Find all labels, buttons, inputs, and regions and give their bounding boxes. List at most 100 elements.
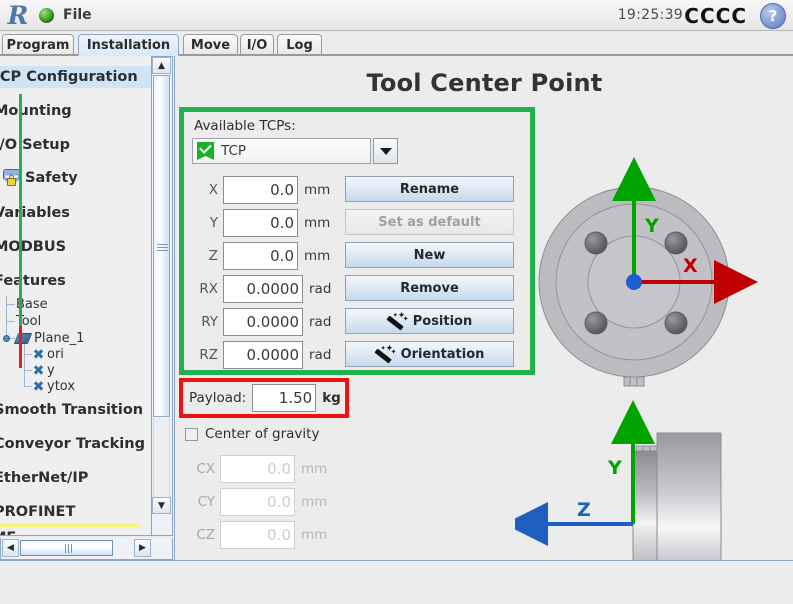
axis-label-z-side: Z — [577, 499, 591, 521]
rz-unit: rad — [309, 347, 332, 363]
coord-label-x: X — [208, 182, 218, 198]
chevron-down-icon[interactable] — [373, 138, 398, 164]
cy-input[interactable]: 0.0 — [220, 488, 295, 516]
axis-icon: ✖ — [32, 362, 45, 379]
shield-lock-icon — [3, 169, 20, 187]
tree-item-plane-1[interactable]: Plane_1 — [34, 330, 84, 347]
cy-unit: mm — [301, 494, 328, 510]
rz-input[interactable]: 0.0000 — [223, 341, 303, 369]
rename-button[interactable]: Rename — [345, 176, 514, 202]
center-of-gravity-label: Center of gravity — [205, 426, 320, 442]
cz-input[interactable]: 0.0 — [220, 521, 295, 549]
tree-connector — [6, 321, 15, 322]
coord-row-z: Z 0.0 mm — [192, 241, 330, 271]
coord-row-x: X 0.0 mm — [192, 175, 330, 205]
sidebar-item-partial[interactable]: ME — [0, 530, 16, 535]
tab-move[interactable]: Move — [183, 34, 238, 56]
tree-connector — [24, 386, 32, 387]
ry-input[interactable]: 0.0000 — [223, 308, 303, 336]
sidebar-item-label: EtherNet/IP — [0, 470, 89, 486]
tcp-select[interactable]: TCP — [192, 138, 398, 164]
title-bar: R File 19:25:39 CCCC ? — [0, 0, 793, 31]
x-input[interactable]: 0.0 — [223, 176, 298, 204]
center-of-gravity-checkbox[interactable]: Center of gravity — [185, 426, 319, 442]
payload-unit: kg — [322, 390, 341, 406]
sidebar-item-ethernet-ip[interactable]: EtherNet/IP — [0, 467, 88, 489]
sidebar-item-conveyor-tracking[interactable]: Conveyor Tracking — [0, 433, 145, 455]
scroll-up-button[interactable]: ▲ — [152, 57, 171, 74]
vertical-scroll-thumb[interactable] — [153, 75, 170, 417]
coord-label-z: Z — [208, 248, 218, 264]
sidebar-item-label: Features — [0, 273, 66, 289]
z-unit: mm — [304, 248, 331, 264]
magic-wand-icon: ✦ ✦ ✦ — [374, 345, 396, 364]
sidebar-item-io-setup[interactable]: I/O Setup — [0, 134, 70, 156]
polyscope-window: R File 19:25:39 CCCC ? Program Installat… — [0, 0, 793, 604]
sidebar-item-smooth-transition[interactable]: Smooth Transition — [0, 399, 143, 421]
tcp-select-value: TCP — [221, 143, 247, 159]
y-input[interactable]: 0.0 — [223, 209, 298, 237]
tcp-settings-group: Available TCPs: TCP X 0.0 mm Y 0.0 mm Z … — [179, 107, 535, 375]
tcp-select-field[interactable]: TCP — [192, 138, 371, 164]
cz-unit: mm — [301, 527, 328, 543]
sidebar-item-mounting[interactable]: Mounting — [0, 100, 72, 122]
rx-input[interactable]: 0.0000 — [223, 275, 303, 303]
sidebar-item-safety[interactable]: Safety — [0, 167, 78, 189]
orientation-button[interactable]: ✦ ✦ ✦ Orientation — [345, 341, 514, 367]
brand-label: CCCC — [684, 4, 747, 28]
sidebar-item-tcp-configuration[interactable]: TCP Configuration — [0, 66, 151, 88]
coord-row-rz: RZ 0.0000 rad — [192, 340, 331, 370]
horizontal-scroll-thumb[interactable] — [20, 540, 113, 556]
tree-item-ori[interactable]: ori — [47, 346, 64, 363]
scroll-right-button[interactable]: ▶ — [134, 539, 151, 557]
tab-program[interactable]: Program — [2, 34, 74, 56]
coord-label-rx: RX — [199, 281, 218, 297]
sidebar-vertical-scrollbar[interactable]: ▲ ▼ — [152, 56, 173, 536]
ry-unit: rad — [309, 314, 332, 330]
sidebar-item-label: TCP Configuration — [0, 69, 138, 85]
sidebar-item-label: Conveyor Tracking — [0, 436, 145, 452]
tab-installation[interactable]: Installation — [78, 34, 179, 56]
payload-group: Payload: 1.50 kg — [179, 378, 349, 418]
axis-icon: ✖ — [32, 378, 45, 395]
set-as-default-button[interactable]: Set as default — [345, 209, 514, 235]
sidebar-item-label: Safety — [25, 170, 78, 186]
payload-input[interactable]: 1.50 — [252, 384, 317, 412]
sidebar-horizontal-scrollbar[interactable]: ◀ ▶ — [0, 538, 173, 560]
scroll-edge-green — [19, 94, 22, 326]
z-input[interactable]: 0.0 — [223, 242, 298, 270]
remove-button[interactable]: Remove — [345, 275, 514, 301]
plane-icon — [13, 333, 33, 344]
new-button[interactable]: New — [345, 242, 514, 268]
sidebar-item-profinet[interactable]: PROFINET — [0, 501, 75, 523]
x-unit: mm — [304, 182, 331, 198]
sidebar-item-modbus[interactable]: MODBUS — [0, 236, 66, 258]
cx-input[interactable]: 0.0 — [220, 455, 295, 483]
sidebar-separator — [0, 524, 140, 527]
coord-label-y: Y — [209, 215, 218, 231]
tree-expander-knob[interactable] — [3, 335, 10, 342]
axis-icon: ✖ — [32, 346, 45, 363]
checkbox-box[interactable] — [185, 427, 198, 441]
scroll-left-button[interactable]: ◀ — [2, 539, 19, 557]
tab-log[interactable]: Log — [277, 34, 322, 56]
tree-item-label: Plane_1 — [34, 331, 85, 346]
scroll-down-button[interactable]: ▼ — [152, 497, 171, 514]
tab-io[interactable]: I/O — [240, 34, 274, 56]
help-icon[interactable]: ? — [760, 3, 786, 29]
tree-item-label: y — [47, 363, 55, 378]
sidebar-item-features[interactable]: Features — [0, 270, 66, 292]
sidebar-item-label: Smooth Transition — [0, 402, 144, 418]
tree-item-ytox[interactable]: ytox — [47, 378, 75, 395]
tool-flange-diagram: Y X Y Z — [504, 96, 793, 604]
sidebar-item-variables[interactable]: Variables — [0, 202, 70, 224]
tree-connector — [24, 370, 32, 371]
position-button[interactable]: ✦ ✦ ✦ Position — [345, 308, 514, 334]
tab-bar: Program Installation Move I/O Log — [0, 31, 793, 56]
coord-label-ry: RY — [201, 314, 218, 330]
sidebar-item-label: MODBUS — [0, 239, 67, 255]
cog-label-cx: CX — [196, 461, 215, 477]
tree-item-y[interactable]: y — [47, 362, 55, 379]
file-menu-button[interactable]: File — [37, 2, 104, 28]
rename-button-label: Rename — [399, 181, 460, 197]
